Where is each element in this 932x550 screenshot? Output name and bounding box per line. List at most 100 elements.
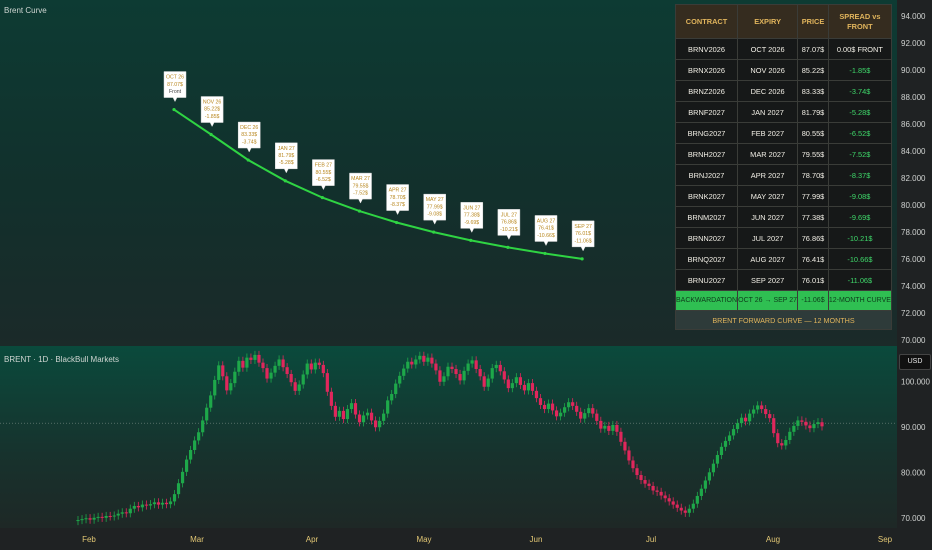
candle[interactable] [699, 484, 703, 501]
curve-point[interactable] [543, 251, 547, 256]
candle[interactable] [261, 358, 265, 373]
candle[interactable] [297, 380, 301, 395]
candle[interactable] [623, 437, 627, 455]
candle[interactable] [482, 372, 486, 391]
candle[interactable] [816, 418, 820, 429]
candle[interactable] [764, 404, 768, 419]
candle[interactable] [579, 407, 583, 423]
candle[interactable] [349, 399, 354, 414]
candle[interactable] [237, 356, 241, 376]
curve-point[interactable] [209, 132, 213, 137]
candle[interactable] [333, 401, 337, 421]
candle[interactable] [205, 403, 209, 425]
forward-curve-pane[interactable]: Brent Curve OCT 26 87.07$ Front NOV 26 85.22… [0, 0, 897, 346]
candle[interactable] [711, 459, 716, 477]
candle[interactable] [812, 419, 816, 433]
candle[interactable] [112, 511, 116, 521]
candle[interactable] [450, 362, 454, 374]
candle[interactable] [522, 380, 526, 395]
candle[interactable] [369, 408, 374, 425]
candle[interactable] [172, 490, 177, 506]
candle[interactable] [739, 413, 744, 428]
candle[interactable] [124, 508, 128, 518]
candle[interactable] [293, 378, 297, 395]
candle[interactable] [418, 351, 422, 364]
curve-price-axis[interactable]: 94.000 92.000 90.000 88.000 86.000 84.000 82.0… [897, 0, 932, 346]
candle[interactable] [197, 428, 201, 445]
candle[interactable] [245, 353, 249, 372]
candle[interactable] [478, 364, 482, 381]
candle[interactable] [550, 399, 555, 415]
candle[interactable] [587, 404, 591, 418]
candle[interactable] [723, 436, 728, 451]
candle[interactable] [76, 515, 80, 526]
candle[interactable] [273, 361, 277, 377]
candle[interactable] [671, 497, 675, 509]
candle[interactable] [546, 399, 551, 414]
candle[interactable] [735, 419, 740, 434]
candle[interactable] [144, 500, 148, 510]
candle[interactable] [269, 368, 273, 383]
time-axis[interactable]: Feb Mar Apr May Jun Jul Aug Sep [0, 528, 897, 550]
candle[interactable] [365, 408, 370, 420]
candle[interactable] [345, 404, 350, 424]
candle[interactable] [438, 366, 442, 386]
candle[interactable] [683, 506, 687, 517]
candle[interactable] [317, 358, 321, 370]
candle[interactable] [743, 413, 748, 426]
candle[interactable] [510, 379, 514, 393]
candle[interactable] [647, 479, 651, 491]
candle[interactable] [442, 372, 446, 386]
candle[interactable] [595, 409, 599, 425]
candle[interactable] [800, 416, 804, 426]
candle[interactable] [486, 374, 490, 391]
candle[interactable] [675, 500, 679, 512]
candle[interactable] [281, 355, 285, 372]
candle[interactable] [398, 371, 402, 388]
candle[interactable] [651, 481, 655, 495]
candle[interactable] [108, 511, 112, 521]
candle[interactable] [780, 439, 784, 450]
candle[interactable] [80, 515, 84, 525]
candle[interactable] [554, 406, 559, 421]
candle[interactable] [631, 456, 635, 473]
candle[interactable] [458, 369, 462, 385]
candle[interactable] [538, 394, 543, 410]
candle[interactable] [184, 455, 189, 476]
candlestick-pane[interactable]: BRENT · 1D · BlackBull Markets [0, 346, 897, 528]
candle[interactable] [213, 375, 217, 400]
candle[interactable] [257, 350, 261, 367]
candle[interactable] [639, 470, 643, 485]
curve-point[interactable] [172, 107, 176, 112]
candle[interactable] [180, 467, 185, 488]
candle[interactable] [563, 403, 567, 417]
candle[interactable] [394, 379, 398, 399]
candle[interactable] [164, 498, 169, 509]
candle[interactable] [446, 362, 450, 381]
candle[interactable] [703, 476, 707, 493]
candle[interactable] [229, 379, 233, 395]
candle[interactable] [679, 503, 683, 515]
candle[interactable] [808, 421, 812, 433]
candle[interactable] [406, 357, 410, 373]
candle[interactable] [221, 361, 225, 381]
candle[interactable] [233, 367, 237, 388]
candle[interactable] [313, 358, 317, 374]
candle[interactable] [402, 364, 406, 380]
candle[interactable] [707, 468, 711, 485]
candle[interactable] [687, 504, 691, 517]
candle[interactable] [591, 404, 595, 418]
candle[interactable] [772, 414, 776, 438]
curve-point[interactable] [395, 220, 399, 225]
candle[interactable] [189, 445, 193, 464]
candle[interactable] [534, 386, 539, 403]
curve-point[interactable] [283, 179, 287, 183]
candle[interactable] [100, 512, 104, 522]
candle[interactable] [193, 436, 197, 455]
candlestick-chart[interactable] [0, 346, 897, 528]
candle[interactable] [490, 364, 494, 383]
candle[interactable] [502, 367, 506, 384]
candle[interactable] [462, 366, 466, 385]
candle[interactable] [168, 497, 173, 509]
candle[interactable] [422, 351, 426, 366]
